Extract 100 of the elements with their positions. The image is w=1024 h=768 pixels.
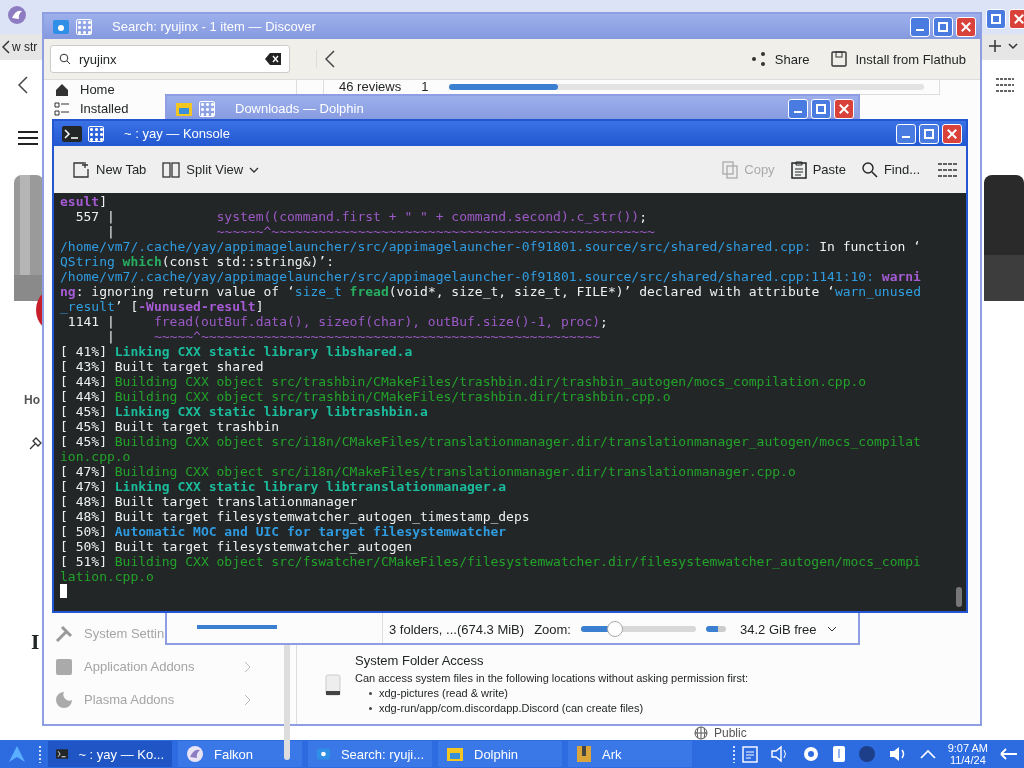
terminal-line: 1141 | fread(outBuf.data(), sizeof(char), outBuf.size()-1, proc); xyxy=(66,314,609,329)
grip-icon[interactable] xyxy=(38,745,42,763)
terminal-line: ion.cpp.o xyxy=(60,449,132,464)
window-title: ~ : yay — Konsole xyxy=(124,126,231,141)
terminal-line: [ 41%] Linking CXX static library libshared.a xyxy=(60,344,414,359)
terminal-line: | ~~~~~^~~~~~~~~~~~~~~~~~~~~~~~~~~~~~~~~~~~~~~~~~~~~~~~~~~~ xyxy=(105,329,602,344)
terminal-icon[interactable] xyxy=(62,125,82,142)
minimize-button[interactable] xyxy=(896,123,916,144)
columns-icon xyxy=(162,161,181,178)
sidebar-item[interactable]: Installed xyxy=(54,99,129,118)
terminal-line: /home/vm7/.cache/yay/appimagelauncher/src/appimagelauncher-0f91801.source/src/shared/shared.cpp: In function ‘ xyxy=(60,239,922,254)
terminal-line: _result’ [-Wunused-result] xyxy=(60,299,265,314)
clear-icon[interactable] xyxy=(265,53,281,65)
taskbar-task[interactable]: ~ : yay — Ko... xyxy=(48,741,172,767)
new-tab-icon[interactable] xyxy=(988,39,1002,53)
maximize-button[interactable] xyxy=(986,9,1006,29)
terminal-line: [ 44%] Building CXX object src/trashbin/CMakeFiles/trashbin.dir/trashbin.cpp.o xyxy=(60,389,672,404)
terminal-line: [ 45%] Built target trashbin xyxy=(60,419,281,434)
status-text: 3 folders, ...(674.3 MiB) xyxy=(389,621,525,637)
split-view-button[interactable]: Split View xyxy=(156,157,266,182)
category-icon xyxy=(54,623,74,644)
chevron-right-icon xyxy=(244,693,251,706)
browser-tab[interactable]: w str xyxy=(12,40,38,54)
window-title: Search: ryujinx - 1 item — Discover xyxy=(112,19,317,34)
bullet-icon xyxy=(369,692,372,695)
terminal-line: esult] xyxy=(60,194,108,209)
maximize-button[interactable] xyxy=(919,123,939,144)
review-count: 46 reviews xyxy=(339,80,402,94)
close-button[interactable] xyxy=(942,123,962,144)
new-tab-button[interactable]: New Tab xyxy=(66,156,153,183)
chevron-left-icon[interactable] xyxy=(2,40,10,54)
search-field[interactable]: ryujinx xyxy=(50,45,290,73)
terminal-line: [ 50%] Automatic MOC and UIC for target filesystemwatcher xyxy=(60,524,508,539)
usb-icon[interactable] xyxy=(831,745,846,763)
taskbar-task[interactable]: Search: ryuji... xyxy=(308,741,432,767)
zoom-slider[interactable] xyxy=(580,621,696,637)
permission-description: Can access system files in the following locations without asking permission first: xyxy=(355,671,749,686)
terminal-line: [ 45%] Linking CXX static library libtrashbin.a xyxy=(60,404,429,419)
archive-icon xyxy=(576,745,592,763)
section-heading: Ho xyxy=(24,393,40,407)
taskbar-task[interactable]: Dolphin xyxy=(438,741,562,767)
browser-logo-icon[interactable] xyxy=(7,5,27,25)
sidebar-item[interactable]: Home xyxy=(54,80,115,99)
install-button[interactable]: Install from Flathub xyxy=(825,47,972,71)
new-tab-icon xyxy=(72,160,90,179)
category-icon xyxy=(54,689,74,710)
taskbar-task[interactable]: Ark xyxy=(568,741,692,767)
bullet-icon xyxy=(369,707,372,710)
taskbar-task[interactable]: Falkon xyxy=(178,741,302,767)
globe-icon xyxy=(694,726,708,740)
terminal-icon xyxy=(56,747,69,761)
permission-title: System Folder Access xyxy=(355,653,485,668)
category-icon xyxy=(54,100,70,117)
category-icon xyxy=(54,656,74,677)
gear-icon[interactable] xyxy=(801,745,820,763)
terminal-line: [ 50%] Built target filesystemwatcher_autogen xyxy=(60,539,414,554)
window-menu-button[interactable] xyxy=(88,125,104,142)
package-icon xyxy=(831,51,848,67)
share-button[interactable]: Share xyxy=(744,47,816,71)
caret-icon xyxy=(249,165,260,174)
menu-icon[interactable] xyxy=(18,130,38,146)
permission-item: xdg-run/app/com.discordapp.Discord (can create files) xyxy=(379,701,644,716)
paste-button[interactable]: Paste xyxy=(784,156,852,183)
clock[interactable]: 9:07 AM 11/4/24 xyxy=(947,742,988,766)
close-button[interactable] xyxy=(1009,9,1024,29)
chevron-right-icon xyxy=(244,660,251,673)
search-icon xyxy=(861,161,878,178)
visibility-label: Public xyxy=(714,726,747,740)
caret-icon[interactable] xyxy=(1008,42,1018,50)
category-icon xyxy=(54,81,70,98)
caret-icon[interactable] xyxy=(826,625,837,633)
terminal-line: [ 48%] Built target translationmanager xyxy=(60,494,359,509)
show-desktop-icon[interactable] xyxy=(1000,747,1018,761)
share-icon xyxy=(750,51,767,67)
capacity-icon xyxy=(705,626,726,632)
search-icon xyxy=(59,53,71,65)
terminal-line: [ 47%] Building CXX object src/i18n/CMakeFiles/translationmanager.dir/translationmanager.cpp.o xyxy=(60,464,797,479)
zoom-label: Zoom: xyxy=(534,621,571,637)
terminal-line: [ 45%] Building CXX object src/i18n/CMakeFiles/translationmanager.dir/translationmanager_autogen/mocs_compilat xyxy=(60,434,922,449)
terminal-line: 557 | system((command.first + " " + command.second).c_str()); xyxy=(74,209,648,224)
terminal-line: | ~~~~~~^~~~~~~~~~~~~~~~~~~~~~~~~~~~~~~~~~~~~~~~~~~~~~~~~~ xyxy=(105,224,656,239)
slider-handle[interactable] xyxy=(607,621,624,637)
pin-icon xyxy=(29,436,43,450)
terminal-line: [ 44%] Building CXX object src/trashbin/CMakeFiles/trashbin.dir/trashbin_autogen/mocs_compilation.cpp.o xyxy=(60,374,868,389)
terminal-line: ng: ignoring return value of ‘size_t fread(void*, size_t, size_t, FILE*)’ declared with attribute ‘warn_unused xyxy=(60,284,922,299)
app-icon xyxy=(316,746,331,762)
browser-logo-icon xyxy=(186,745,204,763)
clipboard-icon xyxy=(790,160,807,179)
clipboard-icon[interactable] xyxy=(741,745,758,763)
scrollbar[interactable] xyxy=(956,587,962,607)
free-space: 34.2 GiB free xyxy=(739,621,817,637)
terminal-line: [ 51%] Building CXX object src/fswatcher/CMakeFiles/filesystemwatcher.dir/filesystemwatcher_autogen/mocs_compi xyxy=(60,554,922,569)
window-title: Downloads — Dolphin xyxy=(235,101,365,116)
folder-icon xyxy=(446,746,464,762)
copy-icon xyxy=(722,160,739,179)
heading-letter: I xyxy=(31,632,40,653)
terminal-line: lation.cpp.o xyxy=(60,569,155,584)
chevron-up-icon[interactable] xyxy=(919,749,936,759)
drive-icon xyxy=(325,673,341,696)
find-button[interactable]: Find... xyxy=(855,157,926,182)
